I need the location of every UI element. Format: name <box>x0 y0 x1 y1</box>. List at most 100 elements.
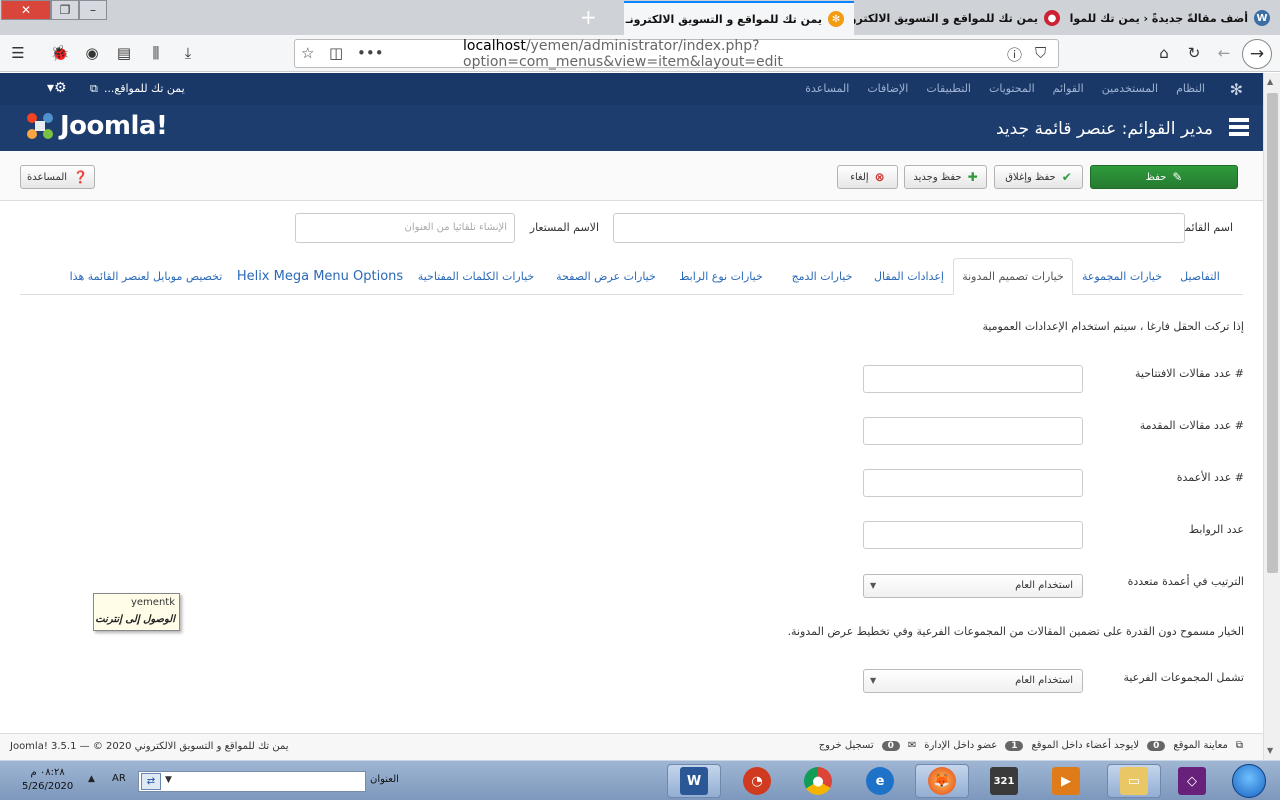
mail-icon: ✉ <box>907 740 917 751</box>
save-new-button[interactable]: ✚ حفظ وجديد <box>904 165 987 189</box>
alias-input[interactable]: الإنشاء تلقائيا من العنوان <box>295 213 515 243</box>
new-tab-icon[interactable]: + <box>580 5 597 29</box>
multi-column-value: استخدام العام <box>1015 580 1073 591</box>
edit-icon: ✎ <box>1172 170 1183 184</box>
tab-article-options[interactable]: إعدادات المقال <box>872 258 946 295</box>
save-close-button[interactable]: ✔ حفظ وإغلاق <box>994 165 1083 189</box>
media-taskbar-button[interactable]: 321 <box>977 764 1031 798</box>
library-icon[interactable]: ⫼ <box>146 43 166 63</box>
scroll-thumb[interactable] <box>1267 93 1278 573</box>
info-icon[interactable]: ⓘ <box>1007 44 1022 65</box>
site-link[interactable]: يمن تك للمواقع... ⧉ <box>90 82 185 96</box>
leading-input[interactable] <box>863 365 1083 393</box>
menu-item[interactable]: المساعدة <box>805 82 849 95</box>
browser-tab-active[interactable]: ✻ يمن تك للمواقع و التسويق الالكترونـ ✕ <box>624 1 854 35</box>
visual-studio-icon: ◇ <box>1178 767 1206 795</box>
tab-link-type[interactable]: خيارات نوع الرابط <box>670 258 772 295</box>
save-label: حفظ <box>1145 171 1167 183</box>
joomla-icon[interactable]: ✻ <box>1230 80 1243 99</box>
links-label: عدد الروابط <box>1188 523 1244 536</box>
tab-blog-layout[interactable]: خيارات تصميم المدونة <box>953 258 1073 295</box>
logout-link[interactable]: تسجيل خروج <box>819 740 874 751</box>
include-subcategories-value: استخدام العام <box>1015 675 1073 686</box>
chevron-down-icon[interactable]: ▼ <box>165 775 172 785</box>
cancel-button[interactable]: ⊗ إلغاء <box>837 165 898 189</box>
tab-label: يمن تك للمواقع و التسويق الالكترونـ <box>625 12 822 26</box>
tab-metadata[interactable]: خيارات الكلمات المفتاحية <box>415 258 537 295</box>
go-icon[interactable]: ⇄ <box>141 773 161 790</box>
tray-expand-icon[interactable]: ▲ <box>88 774 95 784</box>
clock[interactable]: ٠٨:٢٨ م 5/26/2020 <box>22 766 73 794</box>
menu-item[interactable]: النظام <box>1176 82 1205 95</box>
menu-item[interactable]: المستخدمين <box>1102 82 1158 95</box>
home-icon[interactable]: ⌂ <box>1154 43 1174 63</box>
bookmark-star-icon[interactable]: ☆ <box>301 44 314 62</box>
reader-icon[interactable]: ▤ <box>114 43 134 63</box>
menu-item[interactable]: الإضافات <box>867 82 908 95</box>
tab-integration[interactable]: خيارات الدمج <box>782 258 862 295</box>
pocket-icon[interactable]: ◫ <box>329 44 343 62</box>
vs-taskbar-button[interactable]: ◇ <box>1165 764 1219 798</box>
menu-title-input[interactable] <box>613 213 1185 243</box>
scroll-down-icon[interactable]: ▼ <box>1267 746 1273 755</box>
reload-icon[interactable]: ↻ <box>1184 43 1204 63</box>
help-button[interactable]: ❓ المساعدة <box>20 165 95 189</box>
shield-icon[interactable]: ⛉ <box>1035 44 1046 62</box>
tab-details[interactable]: التفاصيل <box>1165 258 1235 295</box>
forward-icon[interactable]: ← <box>1214 43 1234 63</box>
address-toolbar-input[interactable]: ⇄ ▼ <box>138 771 366 792</box>
player-taskbar-button[interactable]: ▶ <box>1039 764 1093 798</box>
include-subcategories-label: تشمل المجموعات الفرعية <box>1123 671 1244 684</box>
url-bar[interactable]: ☆ ◫ ••• localhost/yemen/administrator/in… <box>294 38 1059 70</box>
download-icon[interactable]: ⤓ <box>178 43 198 63</box>
multi-column-label: الترتيب في أعمدة متعددة <box>1127 575 1244 588</box>
menu-icon[interactable]: ☰ <box>8 43 28 63</box>
clock-date: 5/26/2020 <box>22 781 74 792</box>
language-indicator[interactable]: AR <box>112 773 126 784</box>
app-red-icon: ◔ <box>743 767 771 795</box>
word-taskbar-button[interactable]: W <box>667 764 721 798</box>
admin-menu: النظام المستخدمين القوائم المحتويات التط… <box>805 82 1205 95</box>
gear-icon[interactable]: ⚙▾ <box>47 80 67 96</box>
window-minimize-icon[interactable]: – <box>79 0 107 20</box>
browser-tab[interactable]: ● يمن تك للمواقع و التسويق الالكترونـ ✕ <box>854 1 1070 35</box>
tab-category-options[interactable]: خيارات المجموعة <box>1082 258 1162 295</box>
browser-tab[interactable]: W أضف مقالةً جديدةً ‹ يمن تك للمواقع و ✕ <box>1070 1 1280 35</box>
include-subcategories-select[interactable]: استخدام العام ▼ <box>863 669 1083 693</box>
status-bar: ⧉ معاينة الموقع 0 لايوجد أعضاء داخل المو… <box>0 733 1263 760</box>
window-restore-icon[interactable]: ❐ <box>51 0 79 20</box>
tab-helix-mega-menu[interactable]: Helix Mega Menu Options <box>237 258 403 295</box>
explorer-taskbar-button[interactable]: ▭ <box>1107 764 1161 798</box>
app-taskbar-button[interactable]: ◔ <box>730 764 784 798</box>
scroll-up-icon[interactable]: ▲ <box>1267 77 1273 86</box>
multi-column-select[interactable]: استخدام العام ▼ <box>863 574 1083 598</box>
tab-page-display[interactable]: خيارات عرض الصفحة <box>551 258 661 295</box>
window-close-icon[interactable]: ✕ <box>1 0 51 20</box>
back-button[interactable]: → <box>1242 39 1272 69</box>
account-icon[interactable]: ◉ <box>82 43 102 63</box>
preview-icon[interactable]: ⧉ <box>1236 740 1243 751</box>
video-321-icon: 321 <box>990 767 1018 795</box>
tab-mobile-customize[interactable]: تخصيص موبايل لعنصر القائمة هذا <box>62 258 230 295</box>
tab-label: يمن تك للمواقع و التسويق الالكترونـ <box>854 11 1038 25</box>
more-icon[interactable]: ••• <box>357 44 384 62</box>
menu-item[interactable]: القوائم <box>1053 82 1084 95</box>
menu-item[interactable]: المحتويات <box>989 82 1035 95</box>
columns-input[interactable] <box>863 469 1083 497</box>
save-button[interactable]: ✎ حفظ <box>1090 165 1238 189</box>
chrome-taskbar-button[interactable]: ● <box>791 764 845 798</box>
logo-text: Joomla! <box>60 111 168 141</box>
global-hint: إذا تركت الحقل فارغا ، سيتم استخدام الإع… <box>982 320 1244 333</box>
links-input[interactable] <box>863 521 1083 549</box>
menu-item[interactable]: التطبيقات <box>926 82 971 95</box>
ie-taskbar-button[interactable]: e <box>853 764 907 798</box>
start-button[interactable] <box>1232 764 1266 798</box>
firefox-taskbar-button[interactable]: 🦊 <box>915 764 969 798</box>
intro-input[interactable] <box>863 417 1083 445</box>
word-icon: W <box>680 767 708 795</box>
check-icon: ✔ <box>1061 170 1072 184</box>
preview-link[interactable]: معاينة الموقع <box>1173 740 1227 751</box>
extension-icon[interactable]: 🐞 <box>50 43 70 63</box>
joomla-logo-icon <box>27 113 53 139</box>
page-scrollbar[interactable]: ▲ ▼ <box>1263 73 1280 760</box>
